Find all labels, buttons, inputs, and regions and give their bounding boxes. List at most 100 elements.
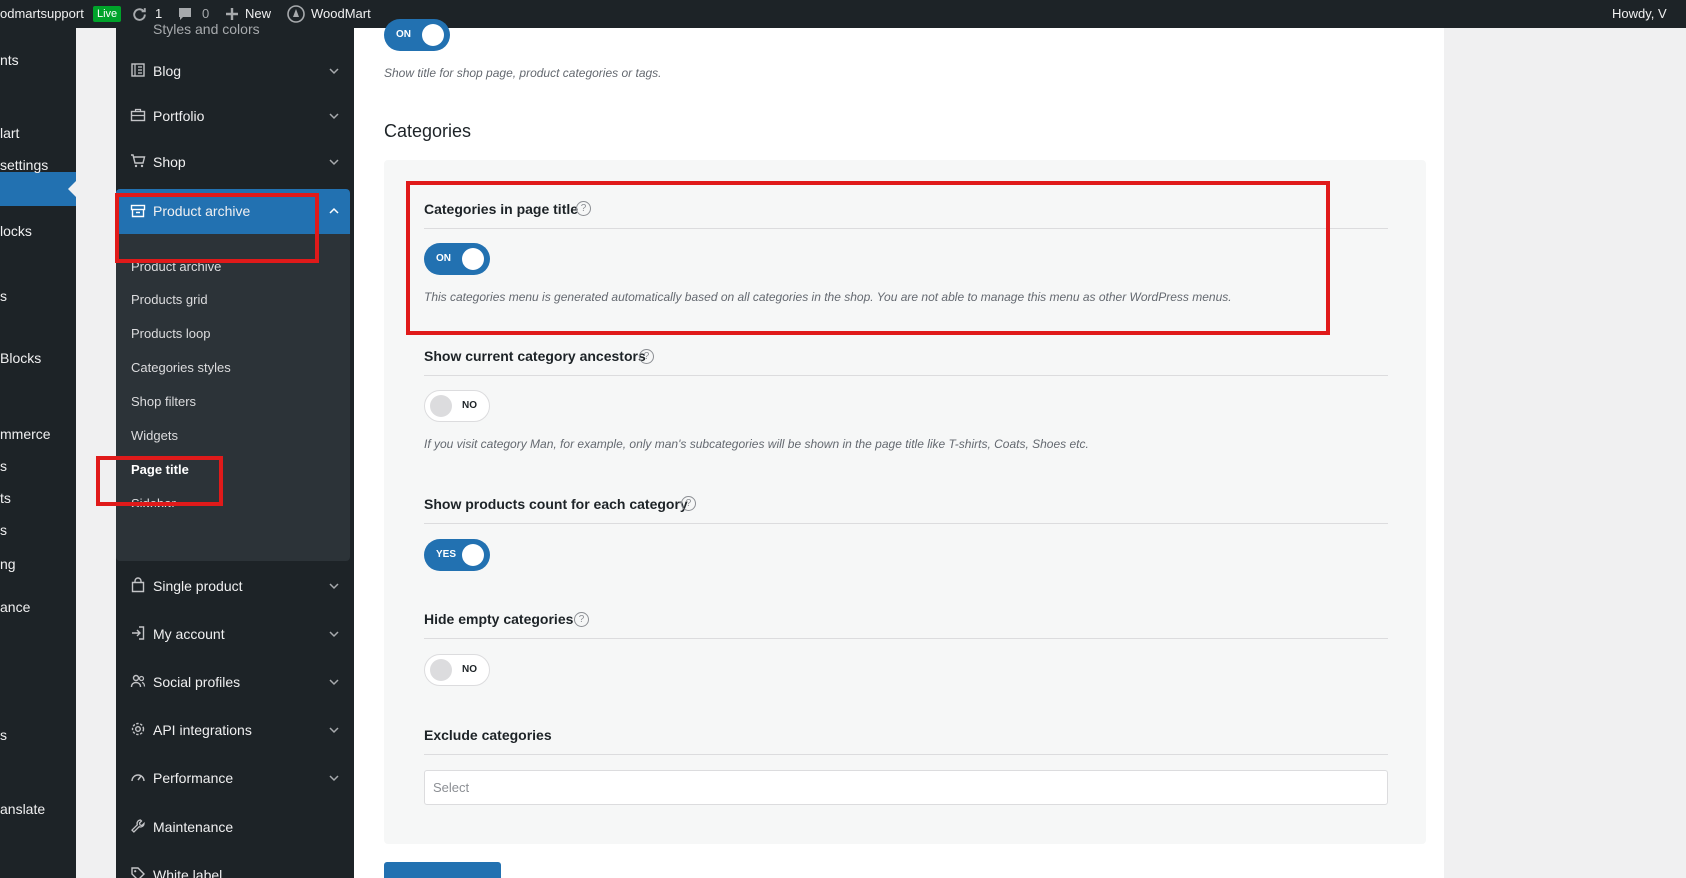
submenu-item[interactable]: Widgets: [131, 427, 178, 445]
sidebar-item-my-account[interactable]: My account: [116, 611, 350, 659]
sidebar-item-performance[interactable]: Performance: [116, 755, 350, 803]
site-name-link[interactable]: odmartsupport: [0, 0, 84, 28]
help-icon[interactable]: ?: [681, 496, 696, 511]
submenu-item[interactable]: Products grid: [131, 291, 208, 309]
hide-empty-categories-toggle[interactable]: NO: [424, 654, 490, 686]
select-placeholder: Select: [433, 780, 470, 795]
wp-menu-item[interactable]: Blocks: [0, 348, 41, 368]
sidebar-item-single-product[interactable]: Single product: [116, 563, 350, 611]
sidebar-item-api-integrations[interactable]: API integrations: [116, 707, 350, 755]
field-hint: If you visit category Man, for example, …: [424, 437, 1089, 451]
login-icon: [130, 625, 146, 641]
sidebar-item-social-profiles[interactable]: Social profiles: [116, 659, 350, 707]
blog-icon: [130, 62, 146, 78]
divider: [424, 638, 1388, 639]
sidebar-item-label: Styles and colors: [153, 21, 260, 37]
sidebar-item-styles-colors[interactable]: Styles and colors: [116, 6, 350, 46]
sidebar-item-white-label[interactable]: White label: [116, 852, 350, 878]
chevron-down-icon: [328, 64, 340, 76]
wp-menu-item[interactable]: s: [0, 520, 7, 540]
howdy-user[interactable]: Howdy, V: [1612, 0, 1667, 28]
section-title: Categories: [384, 121, 472, 141]
chevron-down-icon: [328, 155, 340, 167]
help-icon[interactable]: ?: [574, 612, 589, 627]
wp-menu-current-arrow: [68, 181, 76, 197]
highlight-box-categories-in-title: [406, 181, 1330, 335]
wp-menu-item[interactable]: s: [0, 286, 7, 306]
wp-menu-item[interactable]: nts: [0, 50, 19, 70]
chevron-down-icon: [328, 723, 340, 735]
chevron-down-icon: [328, 675, 340, 687]
shop-title-toggle[interactable]: ON: [384, 19, 450, 51]
submenu-item[interactable]: Categories styles: [131, 359, 231, 377]
wp-menu-item[interactable]: s: [0, 456, 7, 476]
gear-icon: [130, 721, 146, 737]
highlight-box-page-title: [96, 456, 223, 506]
sidebar-item-shop[interactable]: Shop: [116, 139, 350, 187]
sidebar-item-portfolio[interactable]: Portfolio: [116, 93, 350, 141]
highlight-box-product-archive: [115, 193, 319, 263]
field-title: Show current category ancestors: [424, 348, 646, 364]
field-title: Exclude categories: [424, 727, 552, 743]
briefcase-icon: [130, 107, 146, 123]
product-archive-submenu: Product archive Products grid Products l…: [116, 234, 350, 561]
sidebar-item-maintenance[interactable]: Maintenance: [116, 804, 350, 852]
exclude-categories-select[interactable]: Select: [424, 770, 1388, 805]
save-button[interactable]: [384, 862, 501, 878]
toggle-state-label: NO: [462, 664, 477, 675]
sidebar-item-label: White label: [153, 867, 223, 878]
divider: [424, 523, 1388, 524]
page-gutter: [76, 28, 116, 878]
divider: [424, 754, 1388, 755]
sidebar-item-label: Blog: [153, 63, 182, 79]
bag-icon: [130, 577, 146, 593]
wp-menu-item[interactable]: ance: [0, 597, 30, 617]
chevron-down-icon: [328, 579, 340, 591]
field-title: Hide empty categories: [424, 611, 574, 627]
toggle-knob: [422, 24, 444, 46]
toggle-state-label: NO: [462, 400, 477, 411]
divider: [424, 375, 1388, 376]
field-title: Show products count for each category: [424, 496, 688, 512]
right-gutter: [1444, 28, 1686, 878]
users-icon: [130, 673, 146, 689]
wrench-icon: [130, 818, 146, 834]
wp-menu-item[interactable]: lart: [0, 123, 19, 143]
sidebar-item-label: Performance: [153, 770, 234, 786]
theme-settings-sidebar: Styles and colors Blog Portfolio Shop Pr…: [116, 21, 354, 878]
help-icon[interactable]: ?: [639, 349, 654, 364]
gauge-icon: [130, 769, 146, 785]
sidebar-item-blog[interactable]: Blog: [116, 48, 350, 96]
chevron-down-icon: [328, 627, 340, 639]
wp-menu-item[interactable]: anslate: [0, 799, 45, 819]
submenu-item[interactable]: Shop filters: [131, 393, 196, 411]
wp-menu-current-bg: [0, 172, 76, 206]
toggle-knob: [430, 659, 452, 681]
chevron-down-icon: [328, 771, 340, 783]
cart-icon: [130, 153, 146, 169]
toggle-knob: [430, 395, 452, 417]
chevron-down-icon: [328, 109, 340, 121]
sidebar-item-label: Shop: [153, 154, 186, 170]
shop-title-hint: Show title for shop page, product catego…: [384, 66, 662, 80]
sidebar-item-label: Portfolio: [153, 108, 205, 124]
wp-menu-item[interactable]: mmerce: [0, 424, 51, 444]
sidebar-item-label: Single product: [153, 578, 243, 594]
chevron-up-icon: [328, 204, 340, 216]
toggle-state-label: ON: [396, 29, 411, 40]
toggle-knob: [462, 544, 484, 566]
submenu-item[interactable]: Products loop: [131, 325, 211, 343]
category-ancestors-toggle[interactable]: NO: [424, 390, 490, 422]
wp-menu-item[interactable]: s: [0, 725, 7, 745]
tag-icon: [130, 866, 146, 878]
wp-menu-item[interactable]: ng: [0, 554, 16, 574]
products-count-toggle[interactable]: YES: [424, 539, 490, 571]
wp-menu-item[interactable]: ts: [0, 488, 11, 508]
wp-menu-item[interactable]: locks: [0, 221, 32, 241]
toggle-state-label: YES: [436, 549, 457, 560]
sidebar-item-label: Maintenance: [153, 819, 234, 835]
sidebar-item-label: Social profiles: [153, 674, 241, 690]
wp-admin-menu: nts lart settings locks s Blocks mmerce …: [0, 28, 76, 878]
sidebar-item-label: My account: [153, 626, 225, 642]
wp-menu-item-settings[interactable]: settings: [0, 155, 48, 175]
